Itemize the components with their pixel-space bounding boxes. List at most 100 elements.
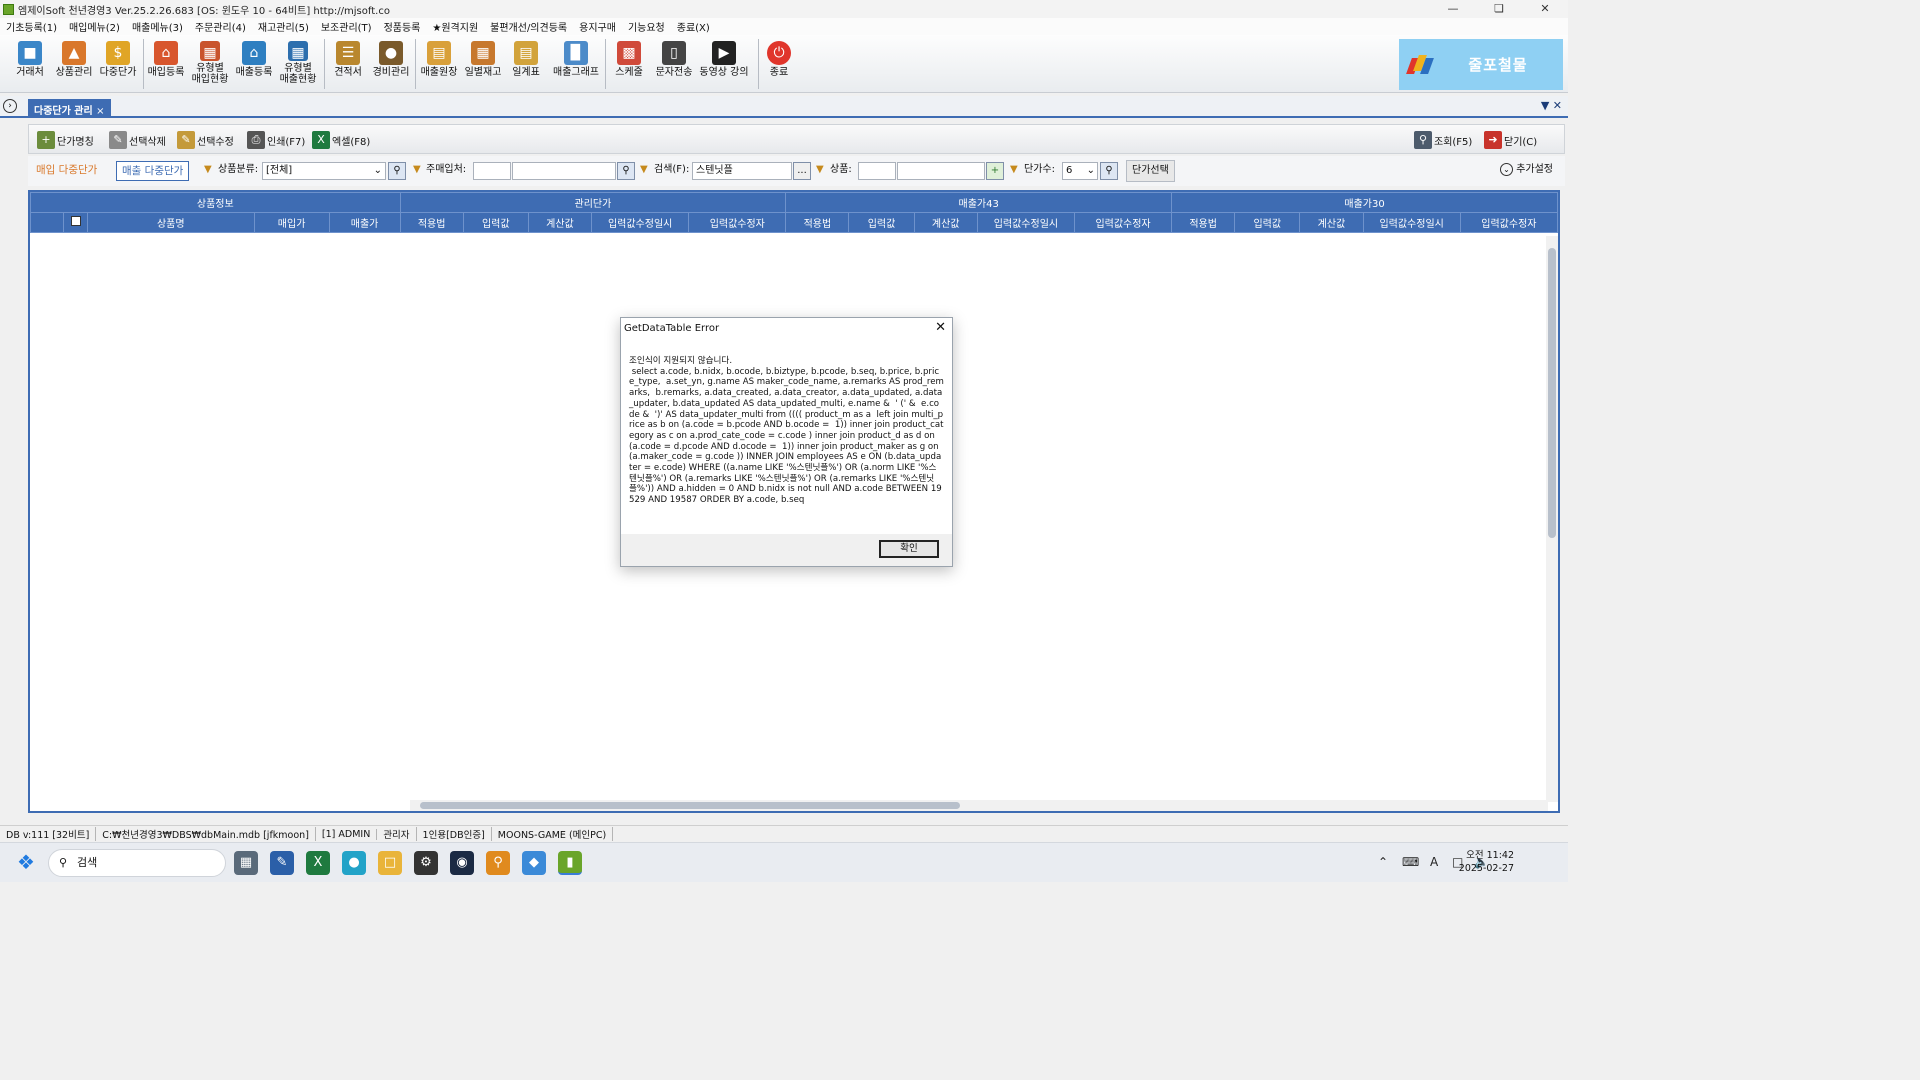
- column-header[interactable]: 입력값수정자: [1459, 212, 1558, 233]
- delete-selected-button[interactable]: ✎ 선택삭제: [109, 129, 166, 151]
- dialog-close-icon[interactable]: ✕: [935, 320, 946, 335]
- settings-app-icon[interactable]: ⚙: [414, 851, 438, 875]
- select-all-checkbox[interactable]: [63, 212, 88, 233]
- ok-button[interactable]: 확인: [879, 540, 939, 558]
- estimate-button[interactable]: ☰ 견적서: [330, 41, 366, 91]
- category-select[interactable]: [전체] ⌄: [262, 162, 386, 180]
- minimize-icon[interactable]: —: [1430, 0, 1476, 18]
- taskbar-search[interactable]: ⚲ 검색: [48, 849, 226, 877]
- magnifier-app-icon[interactable]: ⚲: [486, 851, 510, 875]
- expense-button[interactable]: ● 경비관리: [370, 41, 412, 91]
- menu-item[interactable]: 주문관리(4): [189, 19, 252, 34]
- extra-settings-button[interactable]: ⌄ 추가설정: [1500, 160, 1553, 180]
- multi-price-button[interactable]: $ 다중단가: [98, 41, 138, 91]
- column-header[interactable]: 입력값: [1234, 212, 1301, 233]
- column-header[interactable]: 입력값수정일시: [976, 212, 1076, 233]
- product-name-field[interactable]: [897, 162, 985, 180]
- app-icon[interactable]: ◆: [522, 851, 546, 875]
- menu-item[interactable]: 매입메뉴(2): [63, 19, 126, 34]
- menu-item[interactable]: 보조관리(T): [315, 19, 378, 34]
- menu-item[interactable]: 기초등록(1): [0, 19, 63, 34]
- tab-menu-icon[interactable]: ▼ ✕: [1541, 99, 1562, 112]
- sales-entry-button[interactable]: ⌂ 매출등록: [234, 41, 274, 91]
- steam-icon[interactable]: ◉: [450, 851, 474, 875]
- menu-item[interactable]: 용지구매: [573, 19, 622, 34]
- price-count-select[interactable]: 6 ⌄: [1062, 162, 1098, 180]
- tray-chevron-icon[interactable]: ⌃: [1378, 855, 1388, 869]
- start-icon[interactable]: ❖: [14, 851, 38, 875]
- clock[interactable]: 오전 11:42 2025-02-27: [1459, 849, 1514, 875]
- menu-item[interactable]: ★원격지원: [426, 19, 484, 34]
- supplier-code-field[interactable]: [473, 162, 511, 180]
- calculator-icon[interactable]: ▦: [234, 851, 258, 875]
- column-header[interactable]: 적용법: [1171, 212, 1236, 233]
- column-header[interactable]: 적용법: [399, 212, 464, 233]
- browser-icon[interactable]: ●: [342, 851, 366, 875]
- ime-icon[interactable]: A: [1430, 855, 1438, 869]
- more-button[interactable]: ...: [793, 162, 811, 180]
- excel-button[interactable]: X 엑셀(F8): [312, 129, 370, 151]
- folder-icon[interactable]: □: [378, 851, 402, 875]
- column-header[interactable]: 입력값: [462, 212, 529, 233]
- product-add-icon[interactable]: +: [986, 162, 1004, 180]
- print-button[interactable]: ⎙ 인쇄(F7): [247, 129, 305, 151]
- tool-app-icon[interactable]: ✎: [270, 851, 294, 875]
- edit-selected-button[interactable]: ✎ 선택수정: [177, 129, 234, 151]
- product-code-field[interactable]: [858, 162, 896, 180]
- column-header[interactable]: 입력값수정자: [1074, 212, 1173, 233]
- column-header[interactable]: 적용법: [785, 212, 850, 233]
- purchase-multi-price-tab[interactable]: 매입 다중단가: [36, 160, 97, 180]
- price-name-button[interactable]: + 단가명칭: [37, 129, 94, 151]
- column-header[interactable]: 입력값수정일시: [591, 212, 690, 233]
- daily-report-button[interactable]: ▤ 일계표: [508, 41, 544, 91]
- column-header[interactable]: 입력값: [848, 212, 915, 233]
- select-price-button[interactable]: 단가선택: [1126, 160, 1175, 182]
- schedule-button[interactable]: ▩ 스케줄: [610, 41, 648, 91]
- horizontal-scrollbar[interactable]: [410, 800, 1548, 811]
- customer-button[interactable]: ■ 거래처: [12, 41, 48, 91]
- video-lecture-button[interactable]: ▶ 동영상 강의: [696, 41, 752, 91]
- column-header[interactable]: 입력값수정일시: [1362, 212, 1461, 233]
- status-role: 관리자: [377, 827, 417, 841]
- restore-icon[interactable]: ❏: [1476, 0, 1522, 18]
- column-header[interactable]: 매입가: [253, 212, 330, 233]
- close-icon[interactable]: ✕: [1522, 0, 1568, 18]
- product-button[interactable]: ▲ 상품관리: [54, 41, 94, 91]
- menu-item[interactable]: 정품등록: [378, 19, 427, 34]
- column-header[interactable]: 계산값: [1299, 212, 1364, 233]
- purchase-status-button[interactable]: ▦ 유형별 매입현황: [190, 41, 230, 91]
- supplier-search-icon[interactable]: ⚲: [617, 162, 635, 180]
- supplier-name-field[interactable]: [512, 162, 616, 180]
- sms-button[interactable]: ▯ 문자전송: [652, 41, 696, 91]
- menu-item[interactable]: 불편개선/의견등록: [484, 19, 573, 34]
- exit-button[interactable]: ⏻ 종료: [764, 41, 794, 91]
- sales-multi-price-tab[interactable]: 매출 다중단가: [116, 161, 190, 181]
- count-search-icon[interactable]: ⚲: [1100, 162, 1118, 180]
- sales-status-button[interactable]: ▦ 유형별 매출현황: [278, 41, 318, 91]
- sales-ledger-button[interactable]: ▤ 매출원장: [418, 41, 460, 91]
- excel-taskbar-icon[interactable]: X: [306, 851, 330, 875]
- menu-item[interactable]: 기능요청: [622, 19, 671, 34]
- menu-item[interactable]: 매출메뉴(3): [126, 19, 189, 34]
- search-input[interactable]: 스텐닛플: [692, 162, 792, 180]
- sales-graph-button[interactable]: ▉ 매출그래프: [550, 41, 602, 91]
- vertical-scrollbar[interactable]: [1546, 236, 1558, 802]
- column-header[interactable]: 입력값수정자: [688, 212, 787, 233]
- customer-icon: ■: [18, 41, 42, 65]
- tab-multi-price[interactable]: 다중단가 관리 ×: [28, 99, 111, 118]
- menu-item[interactable]: 종료(X): [671, 19, 716, 34]
- column-header[interactable]: 매출가: [328, 212, 401, 233]
- erp-app-icon[interactable]: ▮: [558, 851, 582, 875]
- keyboard-icon[interactable]: ⌨: [1402, 855, 1419, 869]
- daily-stock-button[interactable]: ▦ 일별재고: [462, 41, 504, 91]
- close-button[interactable]: ➜ 닫기(C): [1484, 129, 1537, 151]
- search-refresh-button[interactable]: ⚲ 조회(F5): [1414, 129, 1472, 151]
- column-header[interactable]: 계산값: [913, 212, 978, 233]
- menu-item[interactable]: 재고관리(5): [252, 19, 315, 34]
- category-search-icon[interactable]: ⚲: [388, 162, 406, 180]
- tab-close-icon[interactable]: ×: [96, 106, 104, 117]
- purchase-entry-button[interactable]: ⌂ 매입등록: [146, 41, 186, 91]
- column-header[interactable]: 상품명: [86, 212, 255, 233]
- column-header[interactable]: 계산값: [527, 212, 593, 233]
- sidebar-toggle-icon[interactable]: ›: [3, 99, 17, 113]
